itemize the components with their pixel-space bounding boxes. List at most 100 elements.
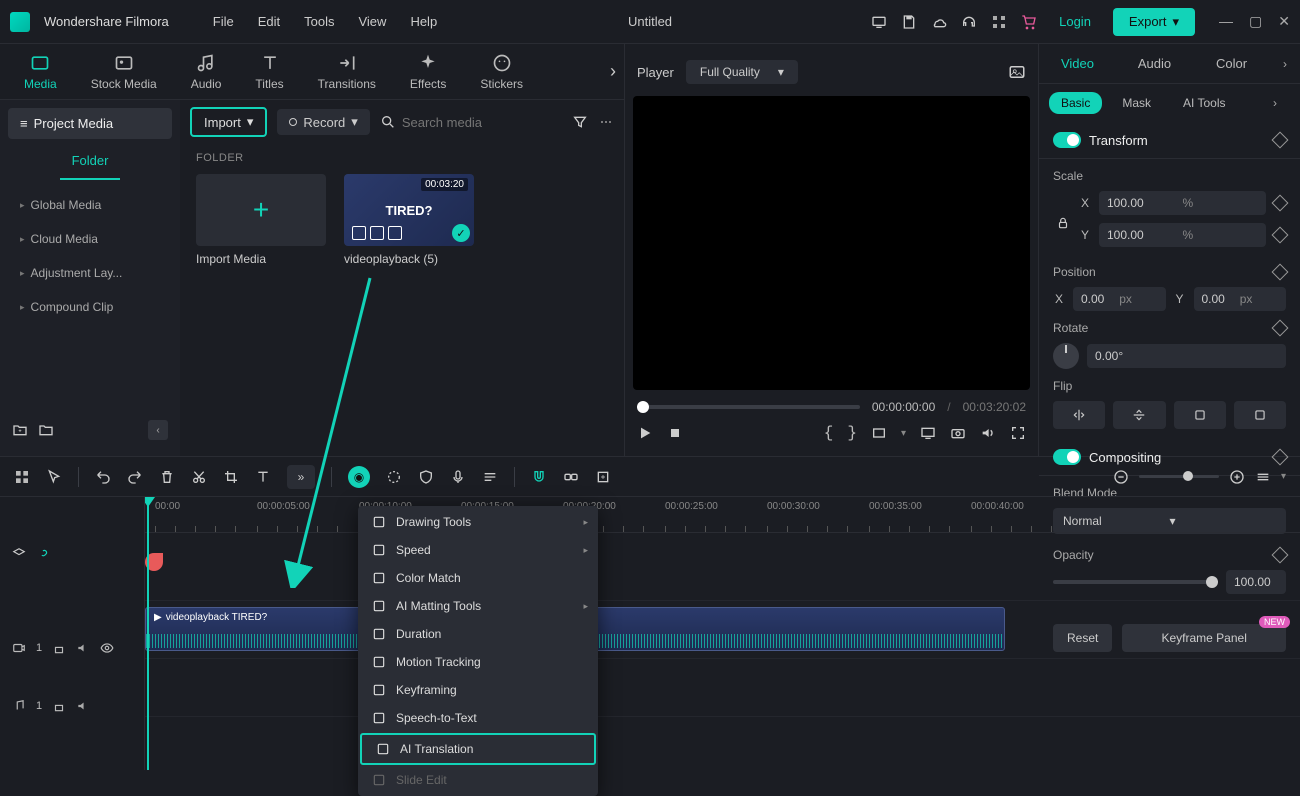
tab-titles[interactable]: Titles xyxy=(241,47,297,97)
search-input[interactable] xyxy=(402,115,542,130)
sidebar-item-adjustment-layer[interactable]: Adjustment Lay... xyxy=(8,256,172,290)
tab-media[interactable]: Media xyxy=(10,47,71,97)
inspector-tab-video[interactable]: Video xyxy=(1039,44,1116,83)
ruler[interactable]: 00:0000:00:05:0000:00:10:0000:00:15:0000… xyxy=(145,497,1300,533)
tab-audio[interactable]: Audio xyxy=(177,47,236,97)
import-button[interactable]: Import▾ xyxy=(190,107,267,137)
tab-stock-media[interactable]: Stock Media xyxy=(77,47,171,97)
mark-out-button[interactable]: } xyxy=(847,424,857,442)
subtab-basic[interactable]: Basic xyxy=(1049,92,1102,114)
filter-icon[interactable] xyxy=(572,114,588,130)
seek-bar[interactable] xyxy=(637,405,860,409)
mute-track-icon[interactable] xyxy=(76,641,90,655)
play-button[interactable] xyxy=(637,425,653,441)
close-button[interactable]: ✕ xyxy=(1278,13,1290,30)
rotate-knob[interactable] xyxy=(1053,343,1079,369)
minimize-button[interactable]: — xyxy=(1219,13,1233,30)
mark-in-button[interactable]: { xyxy=(824,424,834,442)
link-track-icon[interactable] xyxy=(36,547,50,561)
scale-x-input[interactable]: 100.00% xyxy=(1099,191,1266,215)
tabs-more-icon[interactable]: › xyxy=(610,61,616,82)
player-viewport[interactable] xyxy=(633,96,1030,390)
cart-icon[interactable] xyxy=(1021,14,1037,30)
flip-vertical-button[interactable] xyxy=(1113,401,1165,429)
mic-icon[interactable] xyxy=(450,469,466,485)
tab-effects[interactable]: Effects xyxy=(396,47,460,97)
link-icon[interactable] xyxy=(563,469,579,485)
stop-button[interactable] xyxy=(667,425,683,441)
keyframe-icon[interactable] xyxy=(1272,264,1289,281)
undo-icon[interactable] xyxy=(95,469,111,485)
expand-tools-button[interactable]: » xyxy=(287,465,315,489)
export-button[interactable]: Export▾ xyxy=(1113,8,1195,36)
flip-opt3-button[interactable] xyxy=(1174,401,1226,429)
search-icon[interactable] xyxy=(380,114,396,130)
menu-help[interactable]: Help xyxy=(410,14,437,29)
device-icon[interactable] xyxy=(871,14,887,30)
apps-icon[interactable] xyxy=(991,14,1007,30)
redo-icon[interactable] xyxy=(127,469,143,485)
marker-icon[interactable] xyxy=(595,469,611,485)
chevron-down-icon[interactable]: ▾ xyxy=(901,428,906,439)
context-menu-item[interactable]: AI Translation xyxy=(360,733,596,765)
flip-opt4-button[interactable] xyxy=(1234,401,1286,429)
lock-track-icon[interactable] xyxy=(52,699,66,713)
cursor-icon[interactable] xyxy=(46,469,62,485)
lock-icon[interactable] xyxy=(1056,216,1070,230)
fullscreen-icon[interactable] xyxy=(1010,425,1026,441)
transform-toggle[interactable] xyxy=(1053,132,1081,148)
maximize-button[interactable]: ▢ xyxy=(1249,13,1262,30)
timeline-view-icon[interactable] xyxy=(1255,469,1271,485)
folder-icon[interactable] xyxy=(38,422,54,438)
layers-icon[interactable] xyxy=(12,547,26,561)
menu-file[interactable]: File xyxy=(213,14,234,29)
video-track-header[interactable]: 1 xyxy=(0,619,144,677)
zoom-out-icon[interactable] xyxy=(1113,469,1129,485)
rotate-input[interactable]: 0.00° xyxy=(1087,344,1286,368)
subtabs-more-icon[interactable]: › xyxy=(1260,96,1290,110)
inspector-tabs-more-icon[interactable]: › xyxy=(1270,57,1300,71)
scale-y-input[interactable]: 100.00% xyxy=(1099,223,1266,247)
context-menu-item[interactable]: AI Matting Tools xyxy=(358,592,598,620)
ratio-icon[interactable] xyxy=(871,425,887,441)
color-icon[interactable] xyxy=(386,469,402,485)
list-icon[interactable] xyxy=(482,469,498,485)
text-icon[interactable] xyxy=(255,469,271,485)
collapse-sidebar-button[interactable]: ‹ xyxy=(148,420,168,440)
quality-dropdown[interactable]: Full Quality▾ xyxy=(686,60,798,84)
inspector-tab-color[interactable]: Color xyxy=(1193,44,1270,83)
eye-icon[interactable] xyxy=(100,641,114,655)
menu-edit[interactable]: Edit xyxy=(258,14,280,29)
context-menu-item[interactable]: Speed xyxy=(358,536,598,564)
context-menu-item[interactable]: Speech-to-Text xyxy=(358,704,598,732)
playhead[interactable] xyxy=(147,497,149,770)
context-menu-item[interactable]: Duration xyxy=(358,620,598,648)
sidebar-item-cloud-media[interactable]: Cloud Media xyxy=(8,222,172,256)
subtab-mask[interactable]: Mask xyxy=(1110,92,1163,114)
keyframe-icon[interactable] xyxy=(1272,227,1289,244)
ai-icon[interactable]: ◉ xyxy=(348,466,370,488)
sidebar-project-media[interactable]: ≡Project Media xyxy=(8,108,172,139)
grid-icon[interactable] xyxy=(14,469,30,485)
zoom-in-icon[interactable] xyxy=(1229,469,1245,485)
chevron-down-icon[interactable]: ▾ xyxy=(1281,471,1286,482)
login-button[interactable]: Login xyxy=(1051,9,1099,34)
new-folder-icon[interactable] xyxy=(12,422,28,438)
zoom-slider[interactable] xyxy=(1139,475,1219,478)
save-icon[interactable] xyxy=(901,14,917,30)
keyframe-icon[interactable] xyxy=(1272,195,1289,212)
compositing-toggle[interactable] xyxy=(1053,449,1081,465)
subtab-ai-tools[interactable]: AI Tools xyxy=(1171,92,1237,114)
context-menu-item[interactable]: Keyframing xyxy=(358,676,598,704)
flip-horizontal-button[interactable] xyxy=(1053,401,1105,429)
tab-transitions[interactable]: Transitions xyxy=(304,47,390,97)
menu-view[interactable]: View xyxy=(358,14,386,29)
media-clip[interactable]: 00:03:20 TIRED? ✓ videoplayback (5) xyxy=(344,174,474,266)
shield-icon[interactable] xyxy=(418,469,434,485)
keyframe-icon[interactable] xyxy=(1272,132,1289,149)
cut-icon[interactable] xyxy=(191,469,207,485)
lock-track-icon[interactable] xyxy=(52,641,66,655)
audio-track-header[interactable]: 1 xyxy=(0,677,144,735)
sidebar-item-compound-clip[interactable]: Compound Clip xyxy=(8,290,172,324)
tab-stickers[interactable]: Stickers xyxy=(466,47,537,97)
